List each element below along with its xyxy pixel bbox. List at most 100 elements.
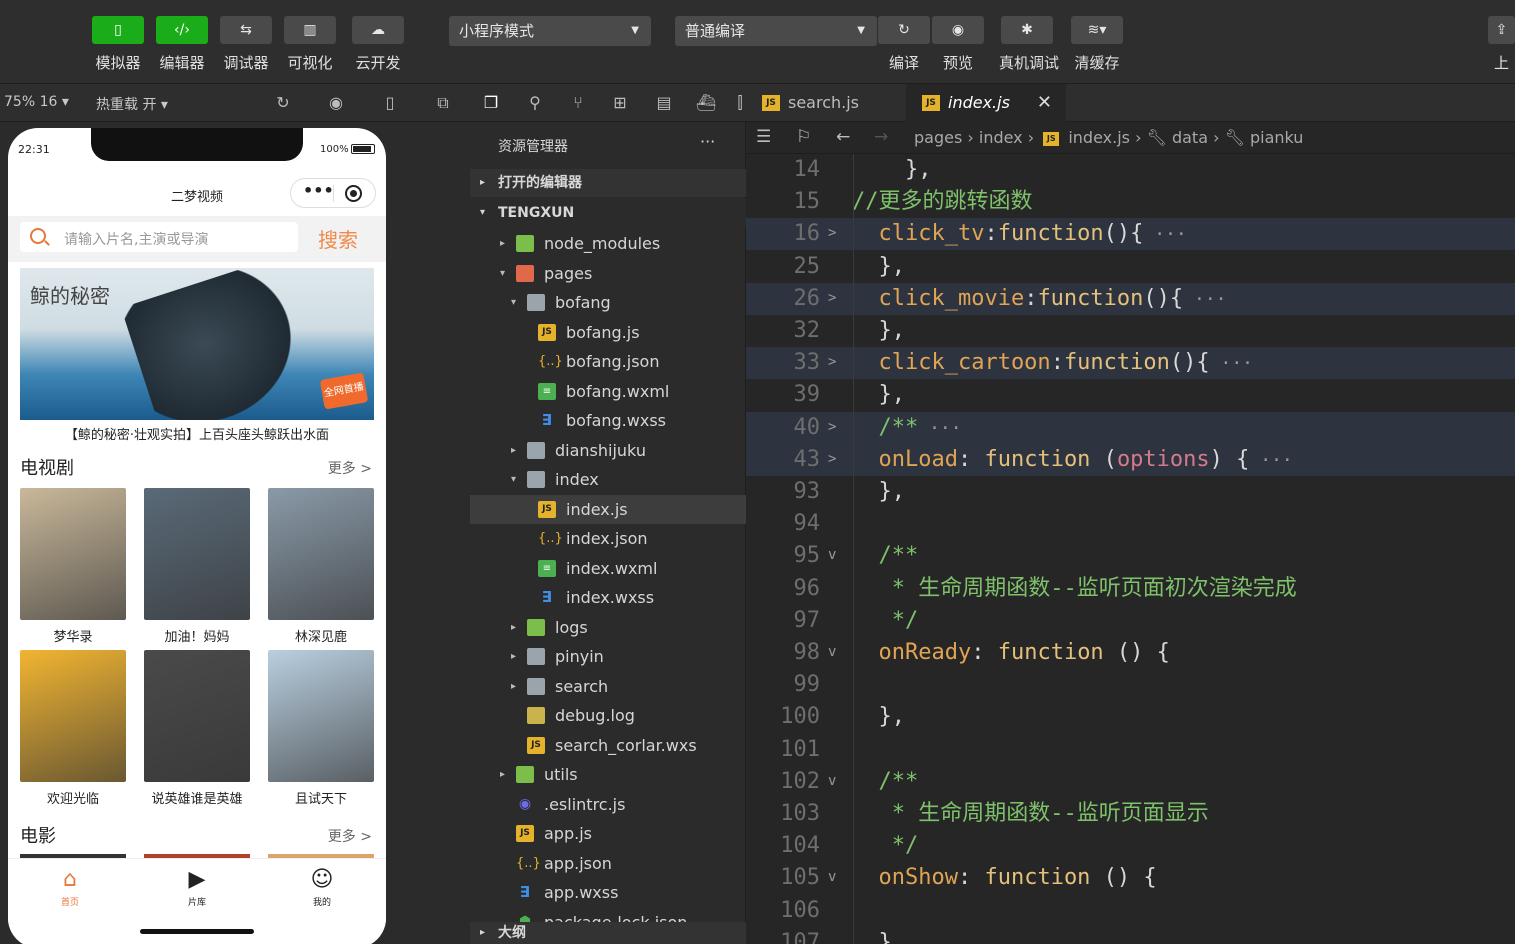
tree-item[interactable]: ▸ utils <box>470 760 746 789</box>
code-line[interactable]: 101 <box>746 734 1515 766</box>
tree-item[interactable]: ▾ pages <box>470 259 746 288</box>
layout-icon[interactable]: ▥ <box>284 16 336 44</box>
chevron-right-icon[interactable]: ▸ <box>500 229 505 258</box>
code-line[interactable]: 106 <box>746 895 1515 927</box>
tree-item[interactable]: JS bofang.js <box>470 318 746 347</box>
code-line[interactable]: 93 }, <box>746 476 1515 508</box>
simulator-tool[interactable]: ▯ 模拟器 <box>90 16 146 73</box>
tree-item[interactable]: ▸ logs <box>470 613 746 642</box>
code-line[interactable]: 16 > click_tv:function(){ ··· <box>746 218 1515 251</box>
layout-panel-icon[interactable]: ▤ <box>653 92 675 114</box>
chevron-right-icon[interactable]: ▸ <box>511 613 516 642</box>
breadcrumb-item[interactable]: pianku <box>1250 128 1303 147</box>
tab-mine[interactable]: ☺ 我的 <box>282 867 362 908</box>
search-button[interactable]: 搜索 <box>318 224 358 253</box>
more-dots-icon[interactable]: ••• <box>303 181 334 200</box>
capsule-menu[interactable]: ••• <box>290 178 376 208</box>
breadcrumb-item[interactable]: index.js <box>1068 128 1130 147</box>
code-line[interactable]: 26 > click_movie:function(){ ··· <box>746 282 1515 315</box>
code-line[interactable]: 95 v /** <box>746 540 1515 572</box>
tab-index-js[interactable]: JS index.js ✕ <box>906 84 1066 122</box>
editor-tool[interactable]: ‹/› 编辑器 <box>154 16 210 73</box>
code-icon[interactable]: ‹/› <box>156 16 208 44</box>
code-line[interactable]: 15 //更多的跳转函数 <box>746 186 1515 218</box>
chevron-right-icon[interactable]: ▸ <box>511 642 516 671</box>
list-icon[interactable]: ☰ <box>756 127 771 147</box>
code-editor[interactable]: 14 }, 15//更多的跳转函数 16 > click_tv:function(){… <box>746 154 1515 944</box>
tree-item[interactable]: JS search_corlar.wxs <box>470 731 746 760</box>
tv-card[interactable]: 且试天下 <box>268 650 374 807</box>
tv-more-link[interactable]: 更多 > <box>328 458 372 478</box>
close-circle-icon[interactable] <box>345 185 362 202</box>
code-line[interactable]: 94 <box>746 508 1515 540</box>
reload-icon[interactable]: ↻ <box>272 92 294 114</box>
docker-icon[interactable]: ⛴ <box>695 92 717 114</box>
cloud-icon[interactable]: ☁ <box>352 16 404 44</box>
code-line[interactable]: 100 }, <box>746 701 1515 733</box>
fold-collapsed-icon[interactable]: > <box>828 347 836 377</box>
code-line[interactable]: 14 }, <box>746 154 1515 186</box>
tree-item[interactable]: ∃ app.wxss <box>470 878 746 907</box>
code-line[interactable]: 39 }, <box>746 379 1515 411</box>
code-line[interactable]: 43 > onLoad: function (options) { ··· <box>746 443 1515 476</box>
project-section[interactable]: ▾ TENGXUN <box>470 199 746 227</box>
code-line[interactable]: 32 }, <box>746 315 1515 347</box>
git-branch-icon[interactable]: ⑂ <box>567 92 589 114</box>
movie-more-link[interactable]: 更多 > <box>328 826 372 846</box>
tree-item[interactable]: {..} index.json <box>470 524 746 553</box>
fold-collapsed-icon[interactable]: > <box>828 218 836 248</box>
compile-select[interactable]: 普通编译 ▼ <box>675 16 877 46</box>
tree-item[interactable]: ◉ .eslintrc.js <box>470 790 746 819</box>
code-line[interactable]: 25 }, <box>746 251 1515 283</box>
close-icon[interactable]: ✕ <box>1037 84 1052 122</box>
eye-icon[interactable]: ◉ <box>932 16 984 44</box>
breadcrumb-item[interactable]: index <box>979 128 1023 147</box>
explorer-more-button[interactable]: ··· <box>700 132 715 151</box>
tv-card[interactable]: 加油！妈妈 <box>144 488 250 645</box>
banner-swiper[interactable]: 鲸的秘密 全网首播 <box>20 268 374 420</box>
tab-home[interactable]: ⌂ 首页 <box>30 867 110 908</box>
tree-item[interactable]: {..} bofang.json <box>470 347 746 376</box>
files-icon[interactable]: ❐ <box>480 92 502 114</box>
fold-expanded-icon[interactable]: v <box>828 766 836 796</box>
chevron-right-icon[interactable]: ▸ <box>511 672 516 701</box>
tree-item[interactable]: ▸ pinyin <box>470 642 746 671</box>
sliders-icon[interactable]: ⇆ <box>220 16 272 44</box>
upload-tool[interactable]: ⇪ 上 <box>1488 16 1515 73</box>
zoom-select[interactable]: 75% 16 ▾ <box>4 94 69 110</box>
tree-item[interactable]: ▸ dianshijuku <box>470 436 746 465</box>
search-input[interactable]: 请输入片名,主演或导演 <box>20 222 298 252</box>
device-debug-tool[interactable]: ✱ 真机调试 <box>999 16 1059 73</box>
chevron-down-icon[interactable]: ▾ <box>511 288 516 317</box>
fold-collapsed-icon[interactable]: > <box>828 412 836 442</box>
cloud-tool[interactable]: ☁ 云开发 <box>350 16 406 73</box>
fold-expanded-icon[interactable]: v <box>828 540 836 570</box>
tree-item[interactable]: ▸ node_modules <box>470 229 746 258</box>
refresh-icon[interactable]: ↻ <box>878 16 930 44</box>
clear-cache-tool[interactable]: ≋▾ 清缓存 <box>1069 16 1125 73</box>
code-line[interactable]: 40 > /** ··· <box>746 411 1515 444</box>
tree-item[interactable]: ∃ index.wxss <box>470 583 746 612</box>
code-line[interactable]: 104 */ <box>746 830 1515 862</box>
hot-reload-select[interactable]: 热重载 开 ▾ <box>96 94 168 114</box>
search-icon[interactable]: ⚲ <box>524 92 546 114</box>
mode-select[interactable]: 小程序模式 ▼ <box>449 16 651 46</box>
more-panel-icon[interactable]: ⫿ <box>734 92 746 114</box>
code-line[interactable]: 107 }, <box>746 927 1515 944</box>
forward-arrow-icon[interactable]: → <box>874 127 888 147</box>
code-line[interactable]: 103 * 生命周期函数--监听页面显示 <box>746 798 1515 830</box>
phone-icon[interactable]: ▯ <box>92 16 144 44</box>
code-line[interactable]: 96 * 生命周期函数--监听页面初次渲染完成 <box>746 573 1515 605</box>
extensions-icon[interactable]: ⊞ <box>609 92 631 114</box>
fold-expanded-icon[interactable]: v <box>828 637 836 667</box>
visual-tool[interactable]: ▥ 可视化 <box>282 16 338 73</box>
tree-item[interactable]: JS app.js <box>470 819 746 848</box>
chevron-down-icon[interactable]: ▾ <box>511 465 516 494</box>
code-line[interactable]: 33 > click_cartoon:function(){ ··· <box>746 347 1515 380</box>
compile-tool[interactable]: ↻ 编译 <box>876 16 932 73</box>
tree-item[interactable]: ▾ index <box>470 465 746 494</box>
upload-icon[interactable]: ⇪ <box>1488 16 1515 44</box>
preview-tool[interactable]: ◉ 预览 <box>930 16 986 73</box>
record-icon[interactable]: ◉ <box>325 92 347 114</box>
back-arrow-icon[interactable]: ← <box>836 127 850 147</box>
